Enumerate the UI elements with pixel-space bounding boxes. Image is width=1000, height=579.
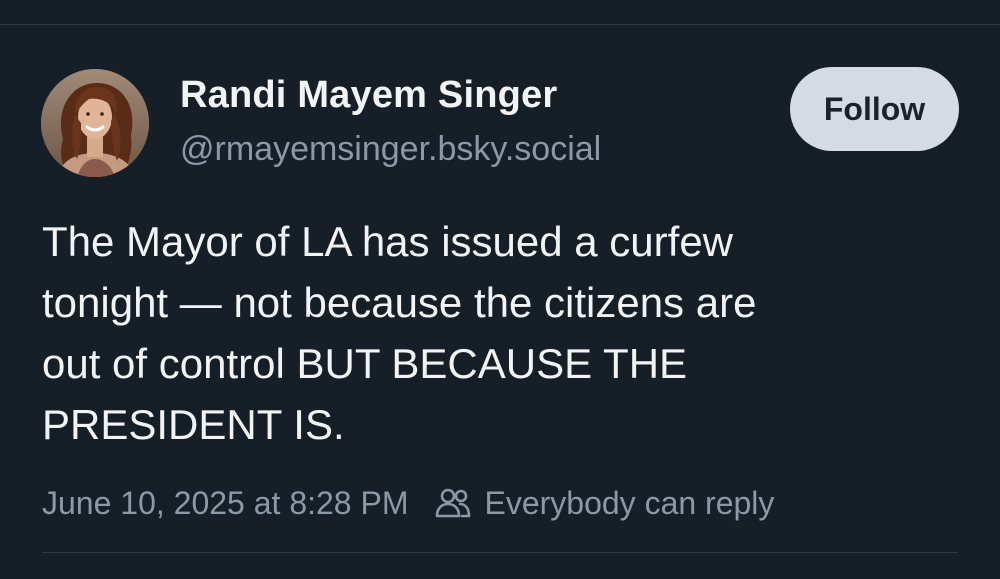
avatar-image [41, 69, 149, 177]
reply-settings: Everybody can reply [434, 485, 774, 522]
people-icon [436, 488, 471, 518]
post-text: The Mayor of LA has issued a curfew toni… [42, 211, 942, 455]
post-text-line: PRESIDENT IS. [42, 401, 345, 448]
post-meta: June 10, 2025 at 8:28 PM Everybody can r… [42, 482, 774, 524]
author-display-name[interactable]: Randi Mayem Singer [180, 74, 557, 117]
post-text-line: The Mayor of LA has issued a curfew [42, 218, 734, 265]
follow-button[interactable]: Follow [790, 67, 959, 151]
post-text-line: out of control BUT BECAUSE THE [42, 340, 688, 387]
bottom-divider [42, 552, 958, 553]
author-avatar[interactable] [41, 69, 149, 177]
post-card: Randi Mayem Singer @rmayemsinger.bsky.so… [0, 25, 1000, 579]
reply-settings-label: Everybody can reply [484, 484, 775, 521]
post-timestamp[interactable]: June 10, 2025 at 8:28 PM [42, 485, 408, 522]
author-handle[interactable]: @rmayemsinger.bsky.social [180, 130, 601, 169]
post-text-line: tonight — not because the citizens are [42, 279, 757, 326]
